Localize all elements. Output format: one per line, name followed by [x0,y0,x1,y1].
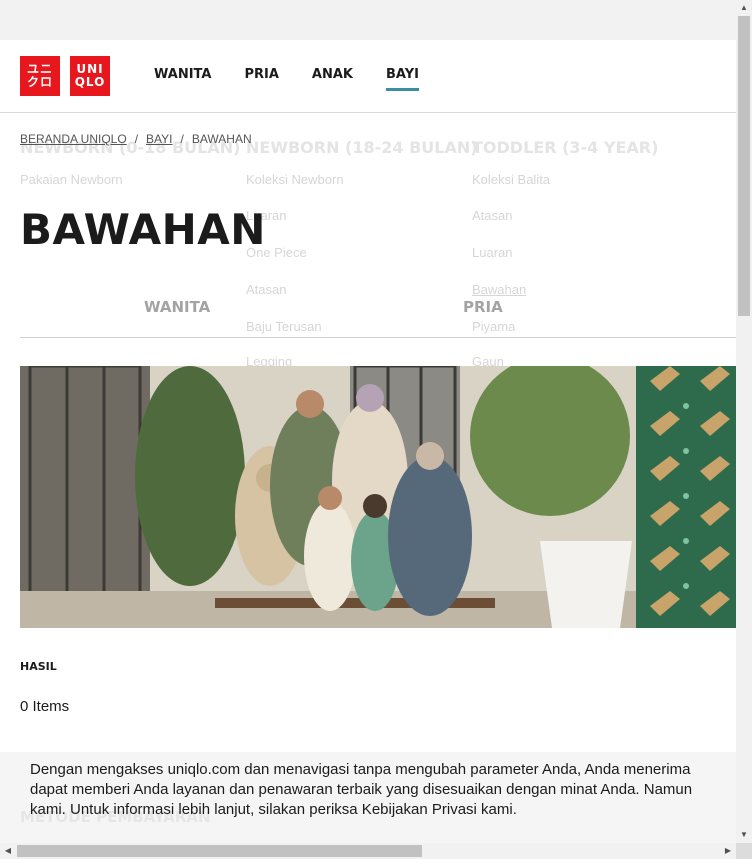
menu-heading-newborn-18-24: NEWBORN (18-24 BULAN) [246,138,478,157]
horizontal-scrollbar[interactable]: ◀ ▶ [0,843,736,859]
scroll-right-icon[interactable]: ▶ [720,843,736,859]
nav-item-wanita[interactable]: WANITA [154,67,211,91]
scrollbar-corner [736,843,752,859]
tab-pria[interactable]: PRIA [463,298,503,316]
results-count: 0 Items [20,698,70,715]
logo-text: クロ [26,75,53,89]
scroll-up-icon[interactable]: ▲ [736,0,752,16]
menu-item[interactable]: Bawahan [472,282,526,297]
nav-item-pria[interactable]: PRIA [244,67,278,91]
gender-tabs: WANITA PRIA [20,296,736,338]
uniqlo-logo-katakana[interactable]: ユニ クロ [20,56,60,96]
cookie-line: Dengan mengakses uniqlo.com dan menaviga… [30,761,691,778]
menu-heading-toddler: TODDLER (3-4 YEAR) [472,138,659,157]
page: ユニ クロ UNI QLO WANITA PRIA ANAK BAYI NEWB… [0,40,736,843]
page-title: BAWAHAN [20,205,266,254]
vertical-scrollbar[interactable]: ▲ ▼ [736,0,752,843]
breadcrumb: BERANDA UNIQLO / BAYI / BAWAHAN [20,132,252,146]
menu-item[interactable]: Koleksi Balita [472,172,550,187]
horizontal-scroll-thumb[interactable] [17,845,422,857]
nav-item-bayi[interactable]: BAYI [385,67,419,91]
breadcrumb-link-bayi[interactable]: BAYI [146,132,172,146]
breadcrumb-separator: / [180,132,184,146]
hero-banner-image[interactable] [20,366,736,628]
site-header: ユニ クロ UNI QLO WANITA PRIA ANAK BAYI [0,40,736,113]
scroll-left-icon[interactable]: ◀ [0,843,16,859]
menu-item[interactable]: Luaran [472,245,512,260]
menu-item[interactable]: Atasan [246,282,286,297]
menu-item[interactable]: Koleksi Newborn [246,172,344,187]
breadcrumb-link-home[interactable]: BERANDA UNIQLO [20,132,127,146]
breadcrumb-current: BAWAHAN [191,132,252,146]
cookie-text: Dengan mengakses uniqlo.com dan menaviga… [30,760,736,820]
family-photo-illustration [20,366,736,628]
breadcrumb-separator: / [134,132,139,146]
browser-top-gap [0,0,736,40]
logo-text: QLO [74,75,106,89]
cookie-notice: METODE PEMBAYARAN Dengan mengakses uniql… [0,752,736,843]
cookie-line: dapat memberi Anda layanan dan penawaran… [30,781,693,798]
menu-item[interactable]: Atasan [472,208,512,223]
results-label: HASIL [20,660,57,673]
menu-item[interactable]: Pakaian Newborn [20,172,123,187]
tab-wanita[interactable]: WANITA [144,298,210,316]
uniqlo-logo[interactable]: UNI QLO [70,56,110,96]
vertical-scroll-thumb[interactable] [738,16,750,316]
main-nav: WANITA PRIA ANAK BAYI [154,67,452,91]
scroll-down-icon[interactable]: ▼ [736,827,752,843]
nav-item-anak[interactable]: ANAK [312,67,353,91]
cookie-line: kami. Untuk informasi lebih lanjut, sila… [30,801,517,818]
